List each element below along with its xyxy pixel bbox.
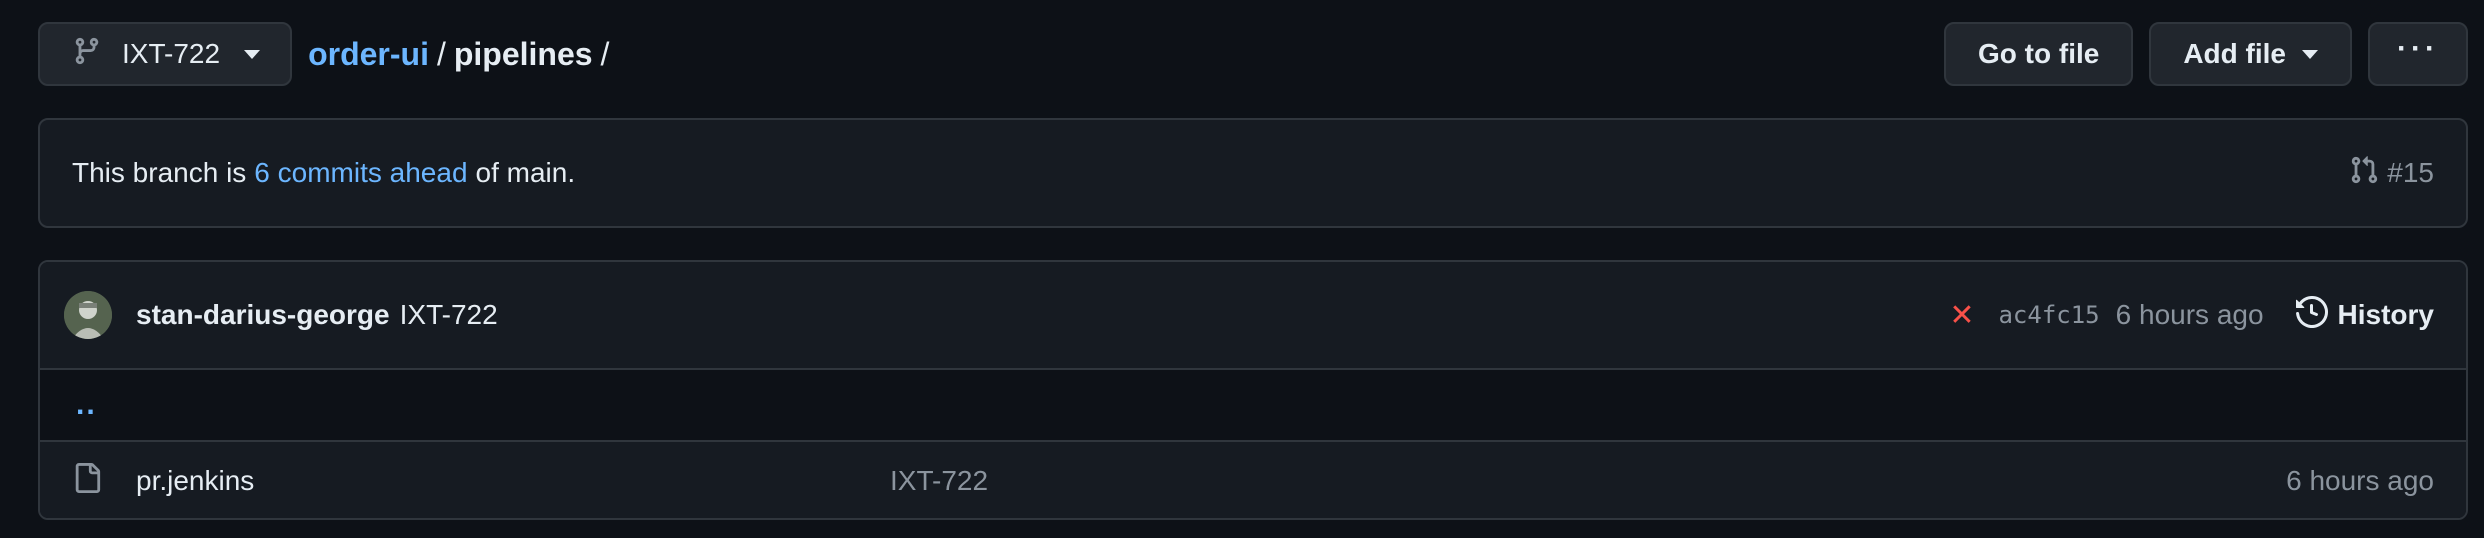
breadcrumb: order-ui / pipelines / xyxy=(308,36,609,73)
history-label: History xyxy=(2337,299,2434,330)
commit-time: 6 hours ago xyxy=(2115,299,2264,330)
top-bar: IXT-722 order-ui / pipelines / Go to fil… xyxy=(38,22,2468,86)
git-pull-request-icon xyxy=(2349,155,2379,192)
commit-sha-link[interactable]: ac4fc15 xyxy=(1998,301,2099,329)
pull-request-number: #15 xyxy=(2387,157,2434,188)
go-to-file-button[interactable]: Go to file xyxy=(1944,22,2134,86)
branch-selector-button[interactable]: IXT-722 xyxy=(38,22,293,86)
add-file-label: Add file xyxy=(2183,38,2286,69)
commit-message-link[interactable]: IXT-722 xyxy=(400,299,498,331)
file-browser: stan-darius-george IXT-722 ✕ ac4fc15 6 h… xyxy=(38,260,2468,520)
banner-suffix: of main. xyxy=(475,157,576,188)
history-button[interactable]: History xyxy=(2295,295,2434,335)
pull-request-link[interactable]: #15 xyxy=(2349,155,2434,192)
commit-meta: ✕ ac4fc15 6 hours ago History xyxy=(1949,295,2434,335)
chevron-down-icon xyxy=(244,49,261,59)
table-row[interactable]: pr.jenkins IXT-722 6 hours ago xyxy=(40,442,2466,518)
breadcrumb-separator: / xyxy=(600,35,610,72)
history-icon xyxy=(2295,295,2328,335)
avatar[interactable] xyxy=(64,291,112,339)
breadcrumb-current-dir: pipelines xyxy=(453,35,593,72)
commits-ahead-link[interactable]: 6 commits ahead xyxy=(254,157,467,189)
file-commit-time: 6 hours ago xyxy=(2286,465,2434,496)
git-branch-icon xyxy=(72,36,102,73)
chevron-down-icon xyxy=(2302,49,2318,59)
latest-commit-row: stan-darius-george IXT-722 ✕ ac4fc15 6 h… xyxy=(40,262,2466,370)
parent-directory-row[interactable]: .. xyxy=(40,370,2466,442)
page: IXT-722 order-ui / pipelines / Go to fil… xyxy=(0,0,2484,538)
parent-directory-link[interactable]: .. xyxy=(76,388,97,422)
kebab-horizontal-icon: ··· xyxy=(2397,32,2439,65)
branch-ahead-banner: This branch is 6 commits ahead of main. … xyxy=(38,118,2468,228)
branch-name: IXT-722 xyxy=(122,38,221,69)
go-to-file-label: Go to file xyxy=(1978,38,2100,69)
banner-prefix: This branch is xyxy=(72,157,247,188)
commit-author-link[interactable]: stan-darius-george xyxy=(136,299,390,331)
file-icon xyxy=(72,462,136,501)
file-commit-message-link[interactable]: IXT-722 xyxy=(890,465,988,497)
add-file-button[interactable]: Add file xyxy=(2149,22,2352,86)
file-name-link[interactable]: pr.jenkins xyxy=(136,465,890,497)
more-options-button[interactable]: ··· xyxy=(2368,22,2468,86)
x-icon[interactable]: ✕ xyxy=(1949,298,1974,333)
breadcrumb-separator: / xyxy=(436,35,446,72)
breadcrumb-repo-link[interactable]: order-ui xyxy=(308,36,429,73)
